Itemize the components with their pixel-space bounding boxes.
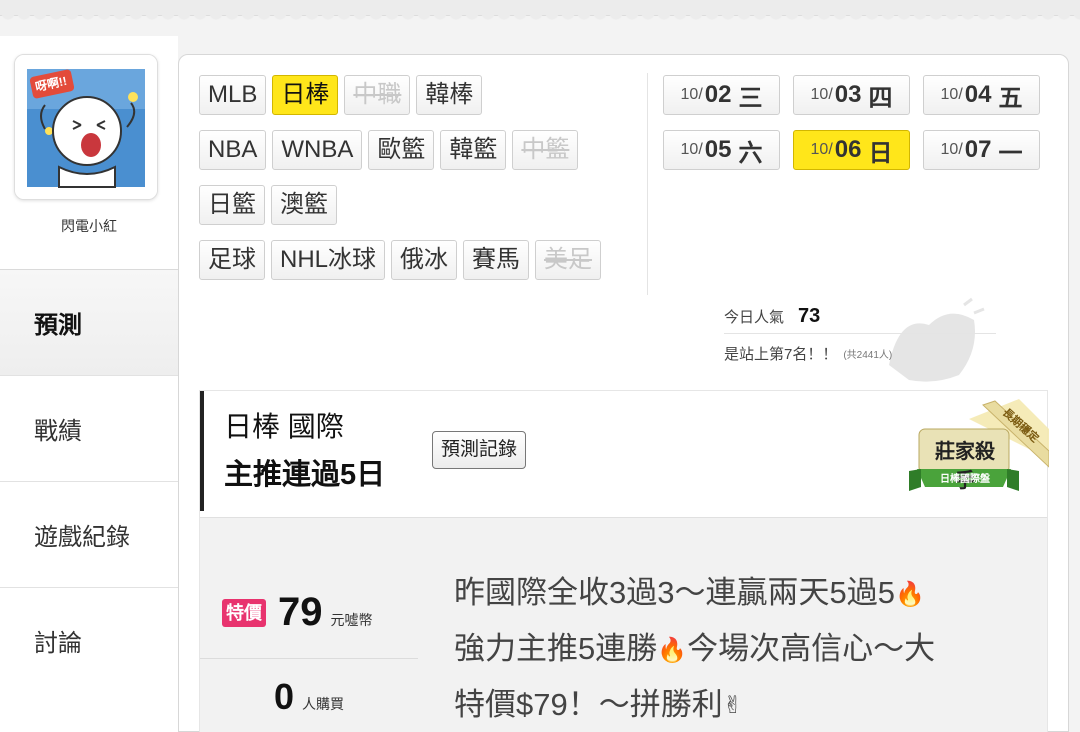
date-month: 10/ (680, 141, 703, 158)
popularity-rank: 是站上第7名！！ (724, 345, 838, 363)
date-weekday: 四 (868, 84, 893, 112)
league-cpbl: 中職 (344, 75, 411, 115)
price-divider (200, 658, 418, 659)
date-month: 10/ (940, 141, 963, 158)
buyers-count: 0 (273, 676, 295, 717)
league-mlb[interactable]: MLB (199, 75, 267, 115)
league-soccer[interactable]: 足球 (199, 240, 265, 280)
sidebar: 呀啊!! 閃電小紅 預測 戰績 遊戲紀錄 討論 (0, 36, 178, 732)
buyers-block: 0 人購買 (200, 676, 418, 718)
nav-item-label: 遊戲紀錄 (34, 524, 130, 551)
desc-line-1: 昨國際全收3過3～連贏兩天5過5 (454, 575, 895, 610)
desc-line-2b: 今場次高信心～大 (687, 630, 936, 666)
date-day: 06 (834, 136, 862, 163)
date-month: 10/ (810, 141, 833, 158)
date-weekday: 五 (998, 84, 1023, 112)
nav-item-predict[interactable]: 預測 (0, 269, 178, 375)
nav-item-label: 戰績 (34, 418, 82, 445)
prediction-subtitle: 主推連過5日 (224, 459, 386, 491)
league-filter: MLB 日棒 中職 韓棒 NBA WNBA 歐籃 韓籃 中籃 日籃 澳籃 足球 … (199, 75, 639, 295)
price-value: 79 (278, 590, 323, 634)
prediction-header: 日棒 國際 主推連過5日 預測記錄 莊家殺手 日棒國際盤 長期穩定 (200, 391, 1050, 512)
date-button[interactable]: 10/07 一 (923, 130, 1040, 170)
price-unit: 元噓幣 (330, 611, 373, 628)
desc-line-3: 特價$79！～拼勝利 (454, 686, 723, 722)
popularity-total: (共2441人) (843, 349, 893, 361)
price-block: 特價 79 元噓幣 (222, 590, 373, 635)
date-button[interactable]: 10/02 三 (663, 75, 780, 115)
date-day: 03 (834, 81, 862, 108)
prediction-description: 昨國際全收3過3～連贏兩天5過5🔥 強力主推5連勝🔥今場次高信心～大 特價$79… (454, 566, 1034, 732)
date-month: 10/ (940, 86, 963, 103)
date-day: 07 (964, 136, 992, 163)
filter-divider (647, 73, 648, 295)
date-day: 02 (704, 81, 732, 108)
date-month: 10/ (810, 86, 833, 103)
date-button[interactable]: 10/04 五 (923, 75, 1040, 115)
league-nfl: 美足 (535, 240, 602, 280)
league-eu-basketball[interactable]: 歐籃 (368, 130, 435, 170)
nav-item-discussion[interactable]: 討論 (0, 587, 178, 693)
league-cn-basketball: 中籃 (512, 130, 579, 170)
league-nba[interactable]: NBA (199, 130, 267, 170)
date-month: 10/ (680, 86, 703, 103)
main-panel: MLB 日棒 中職 韓棒 NBA WNBA 歐籃 韓籃 中籃 日籃 澳籃 足球 … (178, 54, 1069, 732)
top-border (0, 0, 1080, 21)
league-wnba[interactable]: WNBA (272, 130, 363, 170)
prediction-card: 日棒 國際 主推連過5日 預測記錄 莊家殺手 日棒國際盤 長期穩定 特價 79 … (199, 390, 1050, 732)
nav-item-label: 討論 (34, 630, 82, 657)
date-button[interactable]: 10/05 六 (663, 130, 780, 170)
banker-killer-badge: 莊家殺手 日棒國際盤 長期穩定 (899, 399, 1050, 512)
league-au-basketball[interactable]: 澳籃 (271, 185, 337, 225)
prediction-record-button[interactable]: 預測記錄 (432, 431, 527, 469)
league-jp-baseball[interactable]: 日棒 (272, 75, 339, 115)
nav-item-label: 預測 (34, 312, 82, 339)
date-day: 04 (964, 81, 992, 108)
fire-icon: 🔥 (894, 580, 925, 608)
league-jp-basketball[interactable]: 日籃 (199, 185, 265, 225)
date-selector: 10/02 三 10/03 四 10/04 五 10/05 六 10/06 日 10/07… (663, 75, 1040, 170)
league-ru-hockey[interactable]: 俄冰 (391, 240, 458, 280)
username: 閃電小紅 (61, 218, 117, 234)
popularity-label: 今日人氣 (724, 309, 785, 326)
special-price-tag: 特價 (222, 598, 266, 627)
nav-item-record[interactable]: 戰績 (0, 375, 178, 481)
prediction-body: 特價 79 元噓幣 0 人購買 昨國際全收3過3～連贏兩天5過5🔥 強力主推5連… (200, 517, 1047, 732)
league-horse-racing[interactable]: 賽馬 (463, 240, 530, 280)
date-weekday: 三 (738, 84, 763, 112)
league-nhl[interactable]: NHL冰球 (271, 240, 386, 280)
fire-icon: 🔥 (657, 636, 688, 664)
date-weekday: 六 (738, 139, 763, 167)
nav-item-game-log[interactable]: 遊戲紀錄 (0, 481, 178, 587)
buyers-unit: 人購買 (302, 696, 345, 712)
date-weekday: 日 (868, 139, 893, 167)
date-day: 05 (704, 136, 732, 163)
popularity-value: 73 (798, 305, 821, 327)
date-button-selected[interactable]: 10/06 日 (793, 130, 910, 170)
prediction-title: 日棒 國際 (224, 411, 344, 442)
avatar[interactable]: 呀啊!! (14, 54, 158, 200)
sidebar-nav: 預測 戰績 遊戲紀錄 討論 (0, 269, 178, 693)
popularity-box: 今日人氣 73 是站上第7名！！ (共2441人) (724, 300, 996, 372)
badge-subtitle: 日棒國際盤 (940, 474, 990, 485)
date-weekday: 一 (998, 139, 1023, 167)
desc-line-2a: 強力主推5連勝 (454, 630, 658, 666)
victory-hand-icon: ✌ (722, 692, 743, 720)
league-kr-baseball[interactable]: 韓棒 (416, 75, 483, 115)
league-kr-basketball[interactable]: 韓籃 (440, 130, 507, 170)
date-button[interactable]: 10/03 四 (793, 75, 910, 115)
